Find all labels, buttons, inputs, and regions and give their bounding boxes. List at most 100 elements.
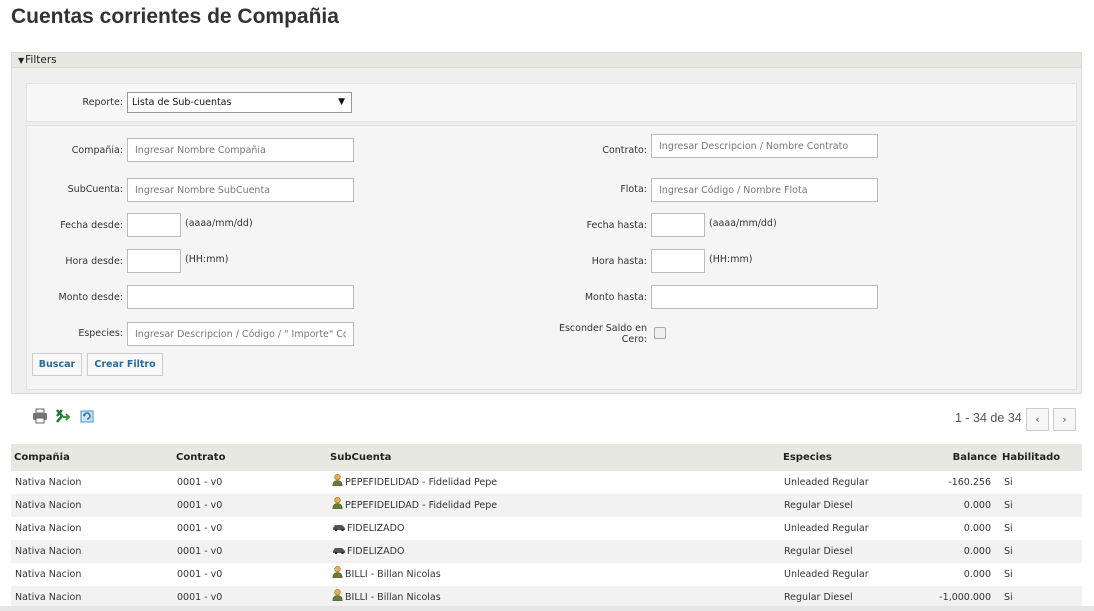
cell-habilitado: Si — [1004, 569, 1013, 580]
cell-especies: Unleaded Regular — [784, 569, 869, 580]
monto-hasta-input[interactable] — [651, 285, 878, 309]
monto-desde-input[interactable] — [127, 285, 354, 309]
cell-especies: Unleaded Regular — [784, 523, 869, 534]
cell-contrato: 0001 - v0 — [177, 477, 223, 488]
grid-header: Compañia Contrato SubCuenta Especies Bal… — [11, 444, 1082, 471]
chevron-right-icon: › — [1062, 413, 1067, 426]
fecha-hasta-hint: (aaaa/mm/dd) — [709, 218, 777, 229]
cell-subcuenta: BILLI - Billan Nicolas — [332, 563, 441, 586]
especies-label: Especies: — [78, 328, 123, 339]
compania-input[interactable] — [127, 138, 354, 162]
pager-prev-button[interactable]: ‹ — [1026, 408, 1049, 431]
person-icon — [332, 566, 343, 578]
accounts-grid: Compañia Contrato SubCuenta Especies Bal… — [11, 444, 1082, 609]
report-panel: Reporte: Lista de Sub-cuentas ▼ — [26, 83, 1077, 122]
cell-subcuenta: PEPEFIDELIDAD - Fidelidad Pepe — [332, 494, 497, 517]
buscar-button[interactable]: Buscar — [32, 353, 82, 376]
cell-habilitado: Si — [1004, 500, 1013, 511]
cell-habilitado: Si — [1004, 546, 1013, 557]
filters-header[interactable]: ▼Filters — [12, 53, 1081, 68]
esconder-saldo-label-line1: Esconder Saldo en — [558, 323, 647, 334]
column-header-especies[interactable]: Especies — [783, 444, 832, 471]
cell-balance: 0.000 — [963, 523, 991, 534]
cell-contrato: 0001 - v0 — [177, 500, 223, 511]
cell-subcuenta-text: BILLI - Billan Nicolas — [345, 592, 441, 603]
hora-desde-hint: (HH:mm) — [185, 254, 229, 265]
cell-habilitado: Si — [1004, 523, 1013, 534]
contrato-input[interactable] — [651, 134, 878, 158]
filters-title[interactable]: Filters — [25, 54, 56, 66]
table-row[interactable]: Nativa Nacion 0001 - v0 FIDELIZADO Unleaded… — [11, 517, 1082, 540]
page-title: Cuentas corrientes de Compañia — [11, 5, 339, 28]
cell-subcuenta-text: PEPEFIDELIDAD - Fidelidad Pepe — [345, 477, 498, 488]
cell-subcuenta: PEPEFIDELIDAD - Fidelidad Pepe — [332, 471, 497, 494]
pager-next-button[interactable]: › — [1053, 408, 1076, 431]
fecha-desde-input[interactable] — [127, 213, 181, 237]
cell-habilitado: Si — [1004, 477, 1013, 488]
column-header-habilitado[interactable]: Habilitado — [1002, 444, 1060, 471]
horizontal-scrollbar[interactable] — [0, 606, 1094, 611]
subcuenta-label: SubCuenta: — [67, 184, 123, 195]
monto-hasta-label: Monto hasta: — [584, 292, 647, 303]
subcuenta-input[interactable] — [127, 178, 354, 202]
flota-input[interactable] — [651, 178, 878, 202]
cell-especies: Unleaded Regular — [784, 477, 869, 488]
cell-subcuenta-text: PEPEFIDELIDAD - Fidelidad Pepe — [345, 500, 498, 511]
excel-export-icon[interactable] — [55, 408, 71, 424]
chevron-left-icon: ‹ — [1035, 413, 1040, 426]
reporte-select-value: Lista de Sub-cuentas — [132, 97, 232, 108]
refresh-icon[interactable] — [79, 408, 95, 424]
cell-balance: 0.000 — [963, 500, 991, 511]
pager-text: 1 - 34 de 34 — [955, 411, 1022, 425]
reporte-label: Reporte: — [82, 97, 123, 108]
cell-especies: Regular Diesel — [784, 546, 853, 557]
table-row[interactable]: Nativa Nacion 0001 - v0 PEPEFIDELIDAD - Fi… — [11, 471, 1082, 494]
chevron-down-icon: ▼ — [338, 97, 345, 107]
hora-desde-input[interactable] — [127, 249, 181, 273]
cell-balance: 0.000 — [963, 569, 991, 580]
fecha-hasta-input[interactable] — [651, 213, 705, 237]
hora-hasta-input[interactable] — [651, 249, 705, 273]
fecha-hasta-label: Fecha hasta: — [586, 220, 647, 231]
crear-filtro-button[interactable]: Crear Filtro — [87, 353, 163, 376]
hora-hasta-hint: (HH:mm) — [709, 254, 753, 265]
cell-balance: -160.256 — [948, 477, 991, 488]
grid-body: Nativa Nacion 0001 - v0 PEPEFIDELIDAD - Fi… — [11, 471, 1082, 609]
cell-contrato: 0001 - v0 — [177, 546, 223, 557]
person-icon — [332, 497, 343, 509]
reporte-select[interactable]: Lista de Sub-cuentas ▼ — [127, 92, 352, 113]
collapse-triangle-icon[interactable]: ▼ — [18, 56, 24, 65]
fields-panel: Compañia: Contrato: SubCuenta: Flota: Fe… — [26, 125, 1077, 390]
esconder-saldo-checkbox[interactable] — [654, 327, 666, 339]
printer-icon[interactable] — [32, 408, 48, 424]
hora-hasta-label: Hora hasta: — [591, 256, 647, 267]
cell-especies: Regular Diesel — [784, 500, 853, 511]
table-row[interactable]: Nativa Nacion 0001 - v0 PEPEFIDELIDAD - Fi… — [11, 494, 1082, 517]
cell-compania: Nativa Nacion — [15, 546, 82, 557]
table-row[interactable]: Nativa Nacion 0001 - v0 BILLI - Billan Nic… — [11, 563, 1082, 586]
cell-compania: Nativa Nacion — [15, 569, 82, 580]
fecha-desde-label: Fecha desde: — [60, 220, 123, 231]
esconder-saldo-label-line2: Cero: — [621, 334, 647, 345]
cell-subcuenta-text: FIDELIZADO — [347, 546, 405, 557]
column-header-contrato[interactable]: Contrato — [176, 444, 225, 471]
especies-input[interactable] — [127, 322, 354, 346]
fecha-desde-hint: (aaaa/mm/dd) — [185, 218, 253, 229]
esconder-saldo-label: Esconder Saldo en Cero: — [527, 323, 647, 345]
person-icon — [332, 589, 343, 601]
car-icon — [333, 548, 345, 554]
column-header-compania[interactable]: Compañia — [14, 444, 70, 471]
cell-compania: Nativa Nacion — [15, 523, 82, 534]
column-header-subcuenta[interactable]: SubCuenta — [330, 444, 391, 471]
cell-compania: Nativa Nacion — [15, 500, 82, 511]
flota-label: Flota: — [620, 184, 647, 195]
table-row[interactable]: Nativa Nacion 0001 - v0 FIDELIZADO Regular … — [11, 540, 1082, 563]
cell-subcuenta: FIDELIZADO — [332, 517, 404, 540]
car-icon — [333, 525, 345, 531]
cell-compania: Nativa Nacion — [15, 477, 82, 488]
cell-subcuenta-text: FIDELIZADO — [347, 523, 405, 534]
filters-panel: ▼Filters Reporte: Lista de Sub-cuentas ▼… — [11, 52, 1082, 394]
person-icon — [332, 474, 343, 486]
column-header-balance[interactable]: Balance — [941, 444, 997, 471]
cell-balance: 0.000 — [963, 546, 991, 557]
